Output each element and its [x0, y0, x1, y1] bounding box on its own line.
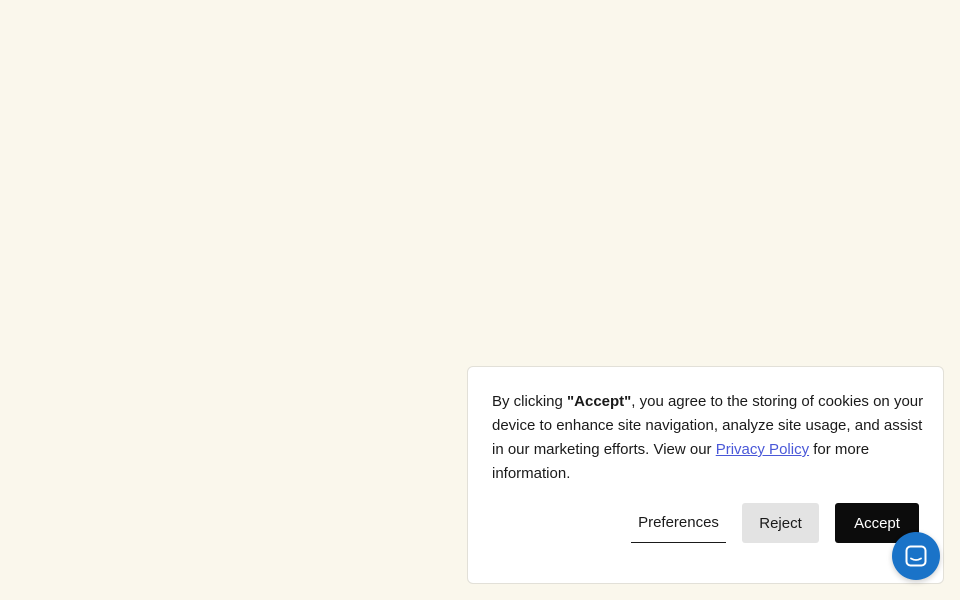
preferences-button[interactable]: Preferences	[631, 503, 726, 543]
reject-button[interactable]: Reject	[742, 503, 819, 543]
chat-launcher-button[interactable]	[892, 532, 940, 580]
cookie-consent-banner: By clicking "Accept", you agree to the s…	[467, 366, 944, 584]
privacy-policy-link[interactable]: Privacy Policy	[716, 441, 809, 458]
cookie-text-accept-emphasis: "Accept"	[567, 393, 632, 410]
cookie-consent-text: By clicking "Accept", you agree to the s…	[492, 390, 924, 486]
chat-bubble-icon	[905, 545, 927, 567]
cookie-text-prefix: By clicking	[492, 393, 568, 410]
